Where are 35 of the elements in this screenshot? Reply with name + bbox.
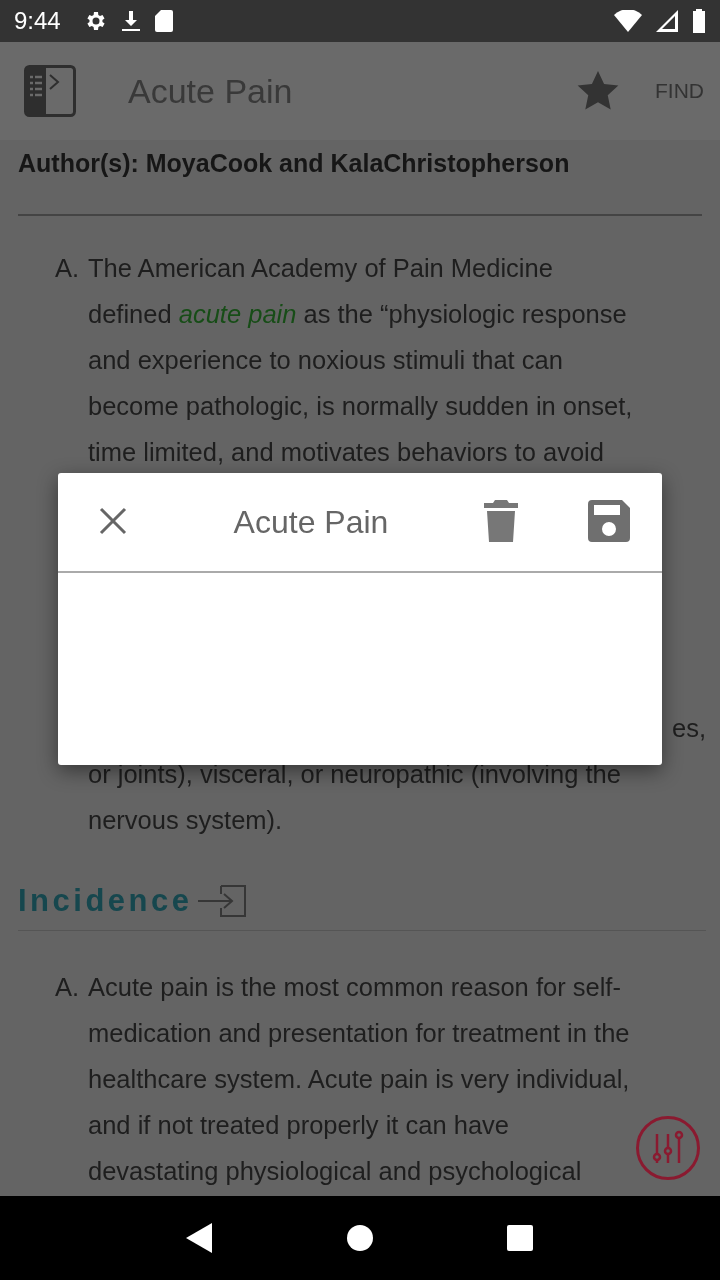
signal-icon <box>656 10 678 32</box>
status-time: 9:44 <box>14 7 61 35</box>
dialog-title: Acute Pain <box>232 503 390 541</box>
paragraph-line: The American Academy of Pain Medicine <box>88 254 553 282</box>
paragraph-line: Acute pain is the most common reason for self- <box>88 973 621 1001</box>
close-icon <box>98 505 128 536</box>
home-icon[interactable] <box>346 1224 374 1252</box>
paragraph-line: defined acute pain as the “physiologic response <box>88 300 627 328</box>
battery-icon <box>692 9 706 33</box>
paragraph-line: devastating physiological and psychological <box>88 1157 582 1185</box>
delete-button[interactable] <box>484 499 518 545</box>
authors-text: Author(s): MoyaCook and KalaChristopherson <box>18 149 570 177</box>
paragraph-line: nervous system). <box>88 806 283 834</box>
wifi-icon <box>614 10 642 32</box>
star-icon[interactable] <box>577 71 619 111</box>
sd-card-icon <box>154 10 173 32</box>
find-button[interactable]: FIND <box>655 79 704 103</box>
paragraph-line: and if not treated properly it can have <box>88 1111 509 1139</box>
download-icon <box>120 9 141 33</box>
paragraph-line: or joints), visceral, or neuropathic (involving the <box>88 760 621 788</box>
recents-icon[interactable] <box>506 1224 534 1252</box>
section-heading: Incidence <box>18 882 193 920</box>
save-button[interactable] <box>588 499 630 545</box>
save-icon <box>588 499 630 542</box>
paragraph-line: time limited, and motivates behaviors to avoid <box>88 438 604 466</box>
list-marker: A. <box>55 254 80 282</box>
list-marker: A. <box>55 973 80 1001</box>
paragraph-line: healthcare system. Acute pain is very individual, <box>88 1065 630 1093</box>
paragraph-line: es, <box>671 714 706 742</box>
paragraph-line: become pathologic, is normally sudden in onset, <box>88 392 633 420</box>
book-icon[interactable] <box>24 65 76 117</box>
back-icon[interactable] <box>186 1223 214 1253</box>
paragraph-line: and experience to noxious stimuli that can <box>88 346 563 374</box>
paragraph-line: medication and presentation for treatment in the <box>88 1019 630 1047</box>
trash-icon <box>484 499 518 542</box>
